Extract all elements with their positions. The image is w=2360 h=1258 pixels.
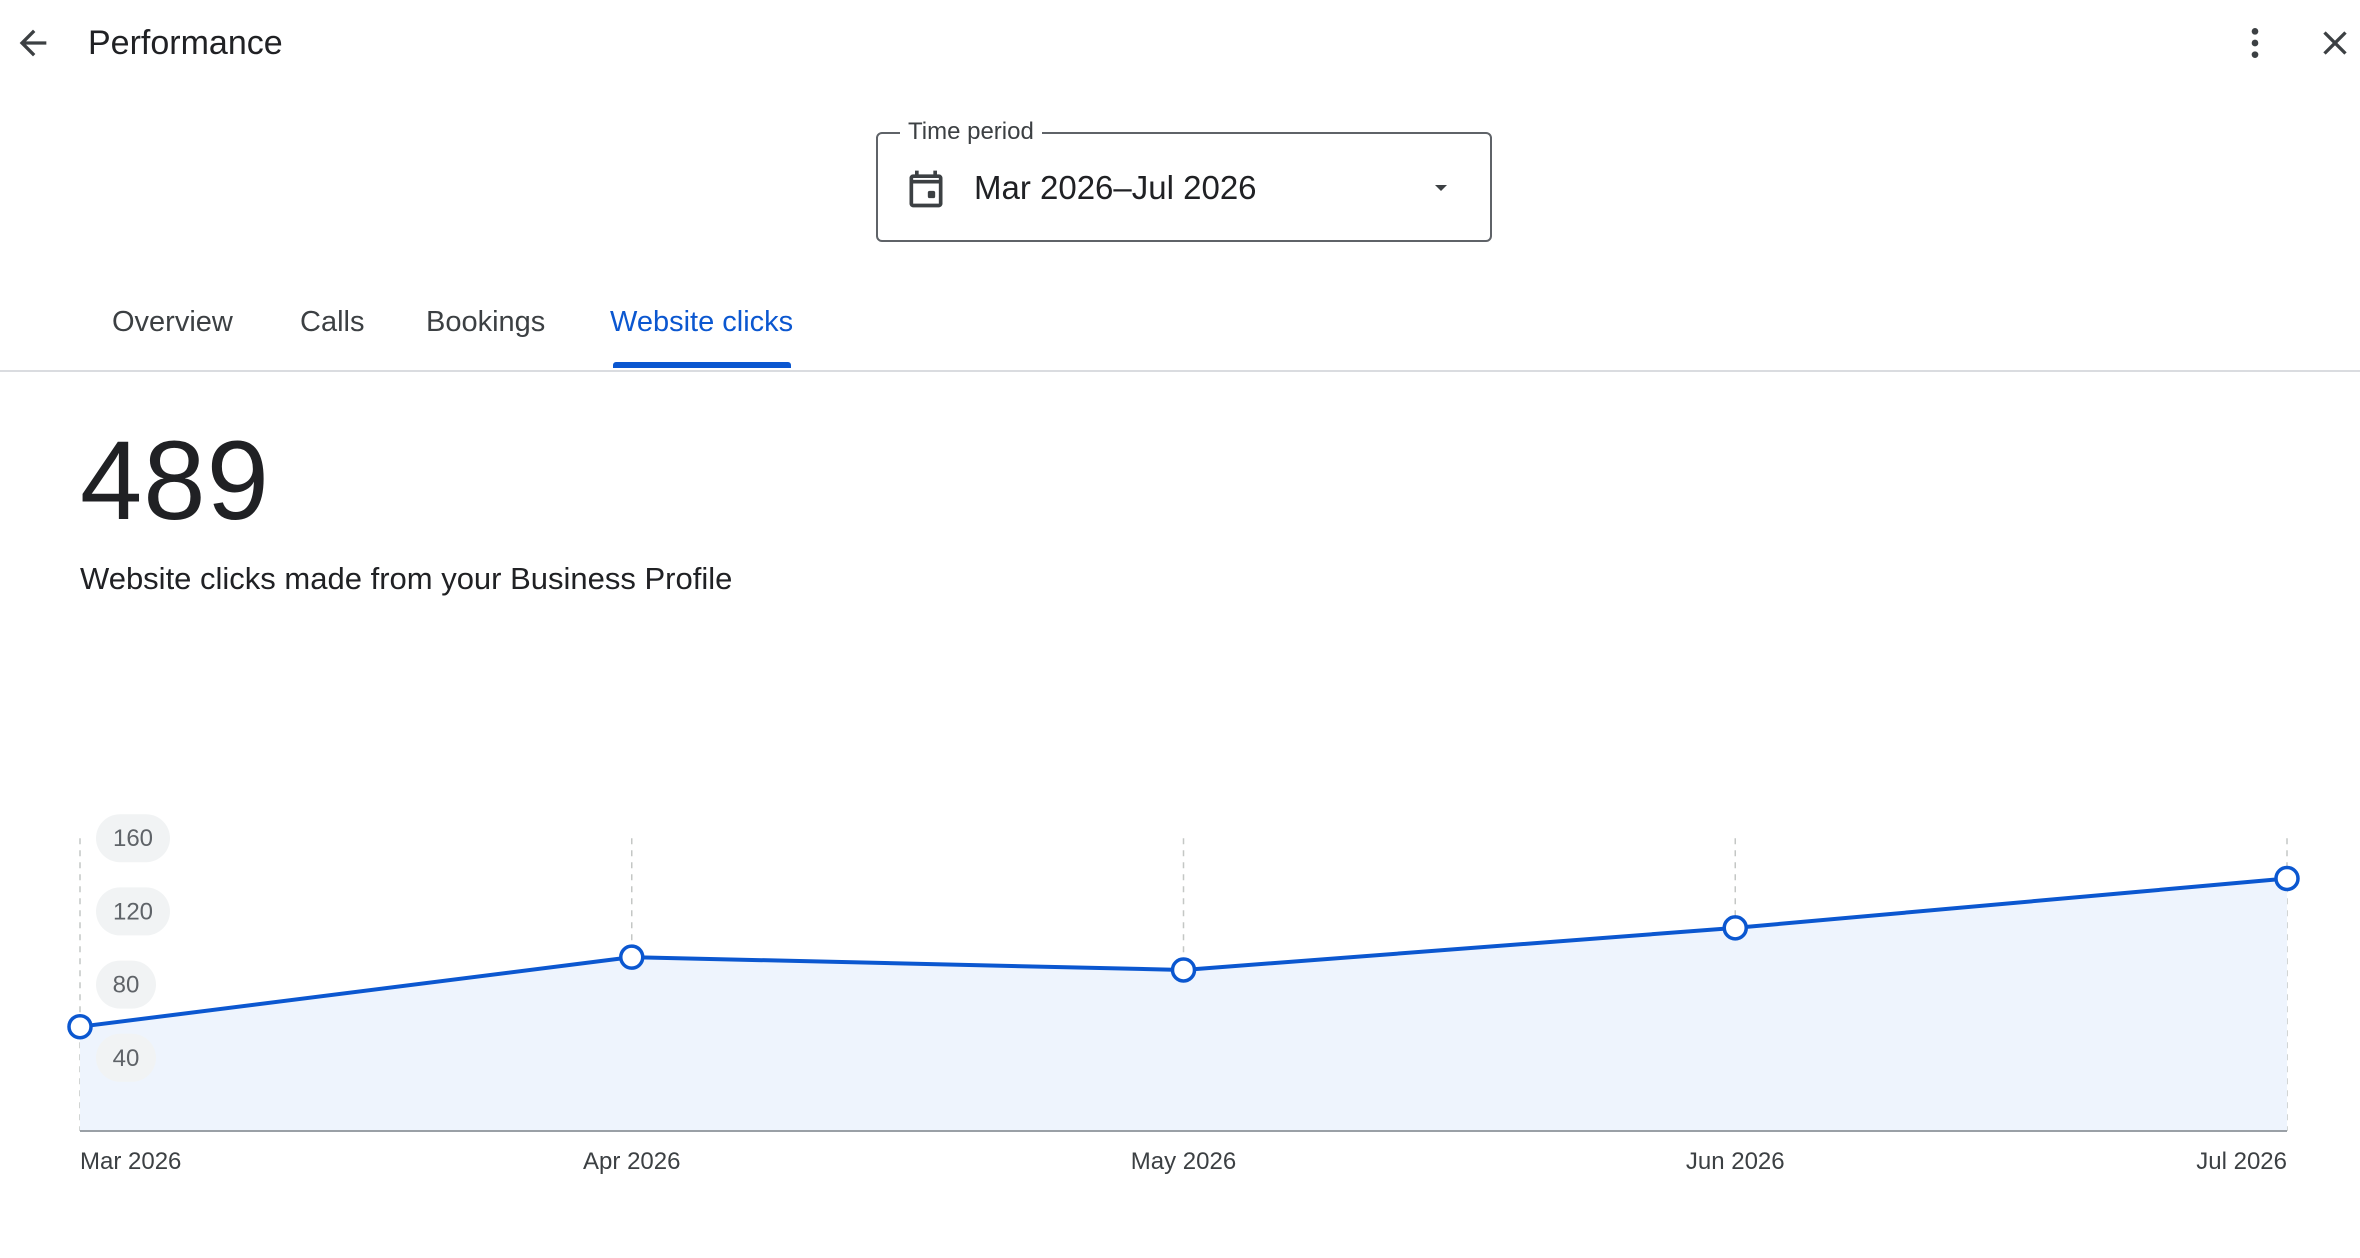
x-tick-label: Jun 2026 — [1686, 1148, 1785, 1175]
performance-panel: Performance Time period Mar 2026–Jul 202… — [0, 0, 2360, 1258]
x-tick-label: Jul 2026 — [2196, 1148, 2287, 1175]
arrow-back-icon — [19, 29, 47, 57]
time-period-select[interactable]: Time period Mar 2026–Jul 2026 — [876, 118, 1492, 242]
time-period-value: Mar 2026–Jul 2026 — [974, 169, 1257, 206]
tab-bookings[interactable]: Bookings — [426, 302, 545, 342]
data-point — [1170, 957, 1197, 983]
data-point — [67, 1013, 93, 1040]
dropdown-arrow-icon — [1435, 185, 1447, 191]
tab-website-clicks[interactable]: Website clicks — [610, 302, 793, 342]
tab-calls[interactable]: Calls — [300, 302, 364, 342]
x-tick-label: Apr 2026 — [583, 1148, 680, 1175]
series-area — [80, 878, 2287, 1131]
y-tick-label: 160 — [113, 825, 153, 852]
data-point — [619, 944, 645, 970]
back-button[interactable] — [8, 18, 58, 68]
active-tab-indicator — [613, 362, 791, 368]
y-tick-label: 80 — [113, 972, 140, 999]
header: Performance — [0, 0, 2360, 90]
tab-overview[interactable]: Overview — [112, 302, 233, 342]
metric-description: Website clicks made from your Business P… — [80, 561, 733, 596]
more-options-button[interactable] — [2230, 18, 2280, 68]
more-vert-icon — [2251, 28, 2259, 58]
total-website-clicks: 489 — [80, 418, 270, 543]
y-tick-label: 40 — [113, 1045, 140, 1072]
data-point — [2274, 865, 2300, 892]
tab-bar: Overview Calls Bookings Website clicks — [0, 282, 2360, 372]
page-title: Performance — [88, 24, 283, 62]
x-tick-label: Mar 2026 — [80, 1148, 181, 1175]
calendar-icon — [909, 170, 943, 208]
website-clicks-chart: 40 80 120 160 Mar 2026 Apr 2026 May 2026 Jun 20… — [67, 814, 2300, 1175]
data-point — [1722, 915, 1748, 941]
x-tick-label: May 2026 — [1131, 1148, 1236, 1175]
time-period-label: Time period — [900, 118, 1042, 146]
close-icon — [2323, 31, 2347, 55]
y-tick-label: 120 — [113, 898, 153, 925]
close-button[interactable] — [2310, 18, 2360, 68]
